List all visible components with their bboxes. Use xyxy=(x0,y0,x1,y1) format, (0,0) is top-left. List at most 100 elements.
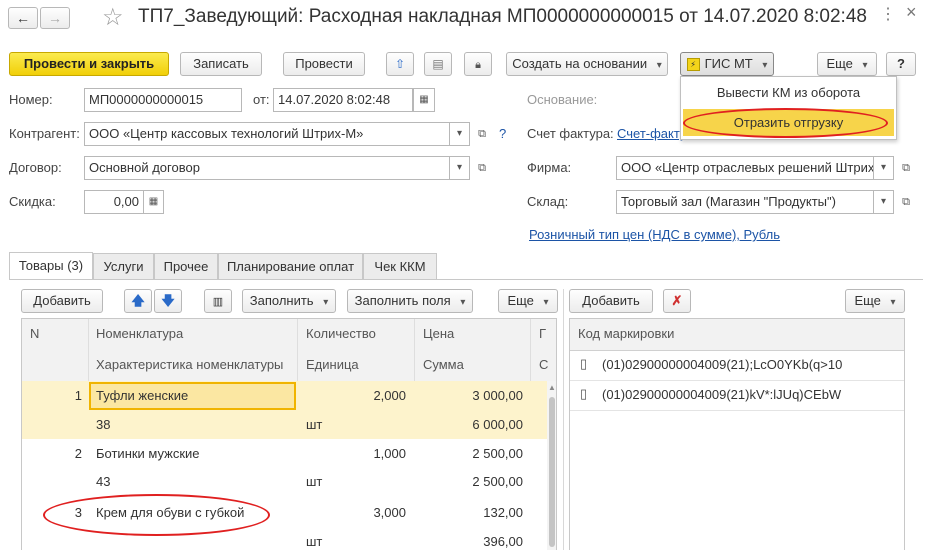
tab-other[interactable]: Прочее xyxy=(154,253,218,279)
header-unit[interactable]: Единица xyxy=(306,357,359,372)
tab-panel-border xyxy=(9,279,923,280)
arrow-down-icon: 🡇 xyxy=(161,293,175,308)
close-icon[interactable]: × xyxy=(906,2,917,23)
move-down-button[interactable]: 🡇 xyxy=(154,289,182,313)
discount-label: Скидка: xyxy=(9,194,56,209)
invoice-link[interactable]: Счет-факту xyxy=(617,126,686,141)
row-n: 1 xyxy=(74,388,82,403)
window-title: ТП7_Заведующий: Расходная накладная МП00… xyxy=(138,6,867,27)
post-button[interactable]: Провести xyxy=(283,52,365,76)
date-label: от: xyxy=(253,92,270,107)
goods-add-button[interactable]: Добавить xyxy=(21,289,103,313)
save-button[interactable]: Записать xyxy=(180,52,262,76)
row-price[interactable]: 2 500,00 xyxy=(415,446,523,461)
panel-splitter[interactable] xyxy=(563,289,564,550)
upload-icon: ⇧ xyxy=(394,57,406,71)
header-qty[interactable]: Количество xyxy=(306,326,376,341)
annotation-ellipse xyxy=(43,494,270,536)
counterparty-field[interactable]: ООО «Центр кассовых технологий Штрих-М» xyxy=(84,122,450,146)
menu-item-withdraw-km[interactable]: Вывести КМ из оборота xyxy=(681,80,896,106)
tab-kkm-receipt[interactable]: Чек ККМ xyxy=(363,253,437,279)
warehouse-field[interactable]: Торговый зал (Магазин "Продукты") xyxy=(616,190,874,214)
number-field[interactable]: МП0000000000015 xyxy=(84,88,242,112)
header-cut[interactable]: Г xyxy=(539,326,546,341)
counterparty-dropdown[interactable]: ▾ xyxy=(450,122,470,146)
fill-button[interactable]: Заполнить xyxy=(242,289,336,313)
create-based-on-button[interactable]: Создать на основании xyxy=(506,52,668,76)
scroll-up-arrow[interactable]: ▲ xyxy=(548,383,556,392)
barcode-button[interactable]: ▥ xyxy=(204,289,232,313)
mark-code[interactable]: (01)02900000004009(21)kV*:lJUq)CEbW xyxy=(602,387,841,402)
tab-payment-planning[interactable]: Планирование оплат xyxy=(218,253,363,279)
marks-add-button[interactable]: Добавить xyxy=(569,289,653,313)
tab-goods[interactable]: Товары (3) xyxy=(9,252,93,280)
firm-label: Фирма: xyxy=(527,160,572,175)
row-qty[interactable]: 1,000 xyxy=(298,446,406,461)
calculator-icon: ▦ xyxy=(148,196,159,207)
lock-button[interactable]: 🔒︎ xyxy=(464,52,492,76)
row-characteristic[interactable]: 38 xyxy=(96,417,110,432)
header-mark-code[interactable]: Код маркировки xyxy=(578,326,674,341)
upload-button[interactable]: ⇧ xyxy=(386,52,414,76)
open-contract-icon[interactable]: ⧉ xyxy=(473,157,491,179)
arrow-left-icon: ← xyxy=(16,10,30,26)
row-sum[interactable]: 6 000,00 xyxy=(415,417,523,432)
row-item[interactable]: Туфли женские xyxy=(96,388,188,403)
help-button[interactable]: ? xyxy=(886,52,916,76)
gis-icon: ⚡︎ xyxy=(686,58,700,72)
more-vert-icon[interactable]: ⋮ xyxy=(880,4,896,24)
firm-field[interactable]: ООО «Центр отраслевых решений Штрих- xyxy=(616,156,874,180)
more-button[interactable]: Еще xyxy=(817,52,877,76)
move-up-button[interactable]: 🡅 xyxy=(124,289,152,313)
price-type-link[interactable]: Розничный тип цен (НДС в сумме), Рубль xyxy=(529,227,780,242)
help-q-icon[interactable]: ? xyxy=(499,126,506,141)
row-unit[interactable]: шт xyxy=(306,474,322,489)
open-firm-icon[interactable]: ⧉ xyxy=(897,157,915,179)
contract-dropdown[interactable]: ▾ xyxy=(450,156,470,180)
warehouse-dropdown[interactable]: ▾ xyxy=(874,190,894,214)
fill-fields-button[interactable]: Заполнить поля xyxy=(347,289,473,313)
mark-code[interactable]: (01)02900000004009(21);LcO0YKb(q>10 xyxy=(602,357,842,372)
forward-button[interactable]: → xyxy=(40,7,70,29)
counterparty-label: Контрагент: xyxy=(9,126,80,141)
open-counterparty-icon[interactable]: ⧉ xyxy=(473,123,491,145)
scrollbar-thumb[interactable] xyxy=(549,397,555,547)
document-icon: ▤ xyxy=(432,57,444,71)
star-icon[interactable]: ☆ xyxy=(102,3,124,32)
tab-services[interactable]: Услуги xyxy=(93,253,154,279)
calendar-button[interactable]: ▦ xyxy=(413,88,435,112)
marks-table: Код маркировки ▯ (01)02900000004009(21);… xyxy=(569,318,905,550)
header-characteristic[interactable]: Характеристика номенклатуры xyxy=(96,357,283,372)
document-button[interactable]: ▤ xyxy=(424,52,452,76)
row-sum[interactable]: 396,00 xyxy=(415,534,523,549)
marks-more-button[interactable]: Еще xyxy=(845,289,905,313)
warehouse-label: Склад: xyxy=(527,194,569,209)
header-n[interactable]: N xyxy=(30,326,39,341)
header-cut2[interactable]: С xyxy=(539,357,548,372)
open-warehouse-icon[interactable]: ⧉ xyxy=(897,191,915,213)
row-unit[interactable]: шт xyxy=(306,417,322,432)
row-qty[interactable]: 2,000 xyxy=(298,388,406,403)
row-item[interactable]: Ботинки мужские xyxy=(96,446,200,461)
row-characteristic[interactable]: 43 xyxy=(96,474,110,489)
back-button[interactable]: ← xyxy=(8,7,38,29)
arrow-right-icon: → xyxy=(48,10,62,26)
header-item[interactable]: Номенклатура xyxy=(96,326,183,341)
arrow-up-icon: 🡅 xyxy=(131,293,145,308)
row-qty[interactable]: 3,000 xyxy=(298,505,406,520)
discount-field[interactable]: 0,00 xyxy=(84,190,144,214)
contract-field[interactable]: Основной договор xyxy=(84,156,450,180)
header-price[interactable]: Цена xyxy=(423,326,454,341)
firm-dropdown[interactable]: ▾ xyxy=(874,156,894,180)
calculator-button[interactable]: ▦ xyxy=(144,190,164,214)
row-price[interactable]: 132,00 xyxy=(415,505,523,520)
date-field[interactable]: 14.07.2020 8:02:48 xyxy=(273,88,413,112)
row-price[interactable]: 3 000,00 xyxy=(415,388,523,403)
header-sum[interactable]: Сумма xyxy=(423,357,464,372)
goods-more-button[interactable]: Еще xyxy=(498,289,558,313)
gis-mt-button[interactable]: ⚡︎ ГИС МТ xyxy=(680,52,774,76)
row-unit[interactable]: шт xyxy=(306,534,322,549)
delete-mark-button[interactable]: ✗ xyxy=(663,289,691,313)
row-sum[interactable]: 2 500,00 xyxy=(415,474,523,489)
post-and-close-button[interactable]: Провести и закрыть xyxy=(9,52,169,76)
